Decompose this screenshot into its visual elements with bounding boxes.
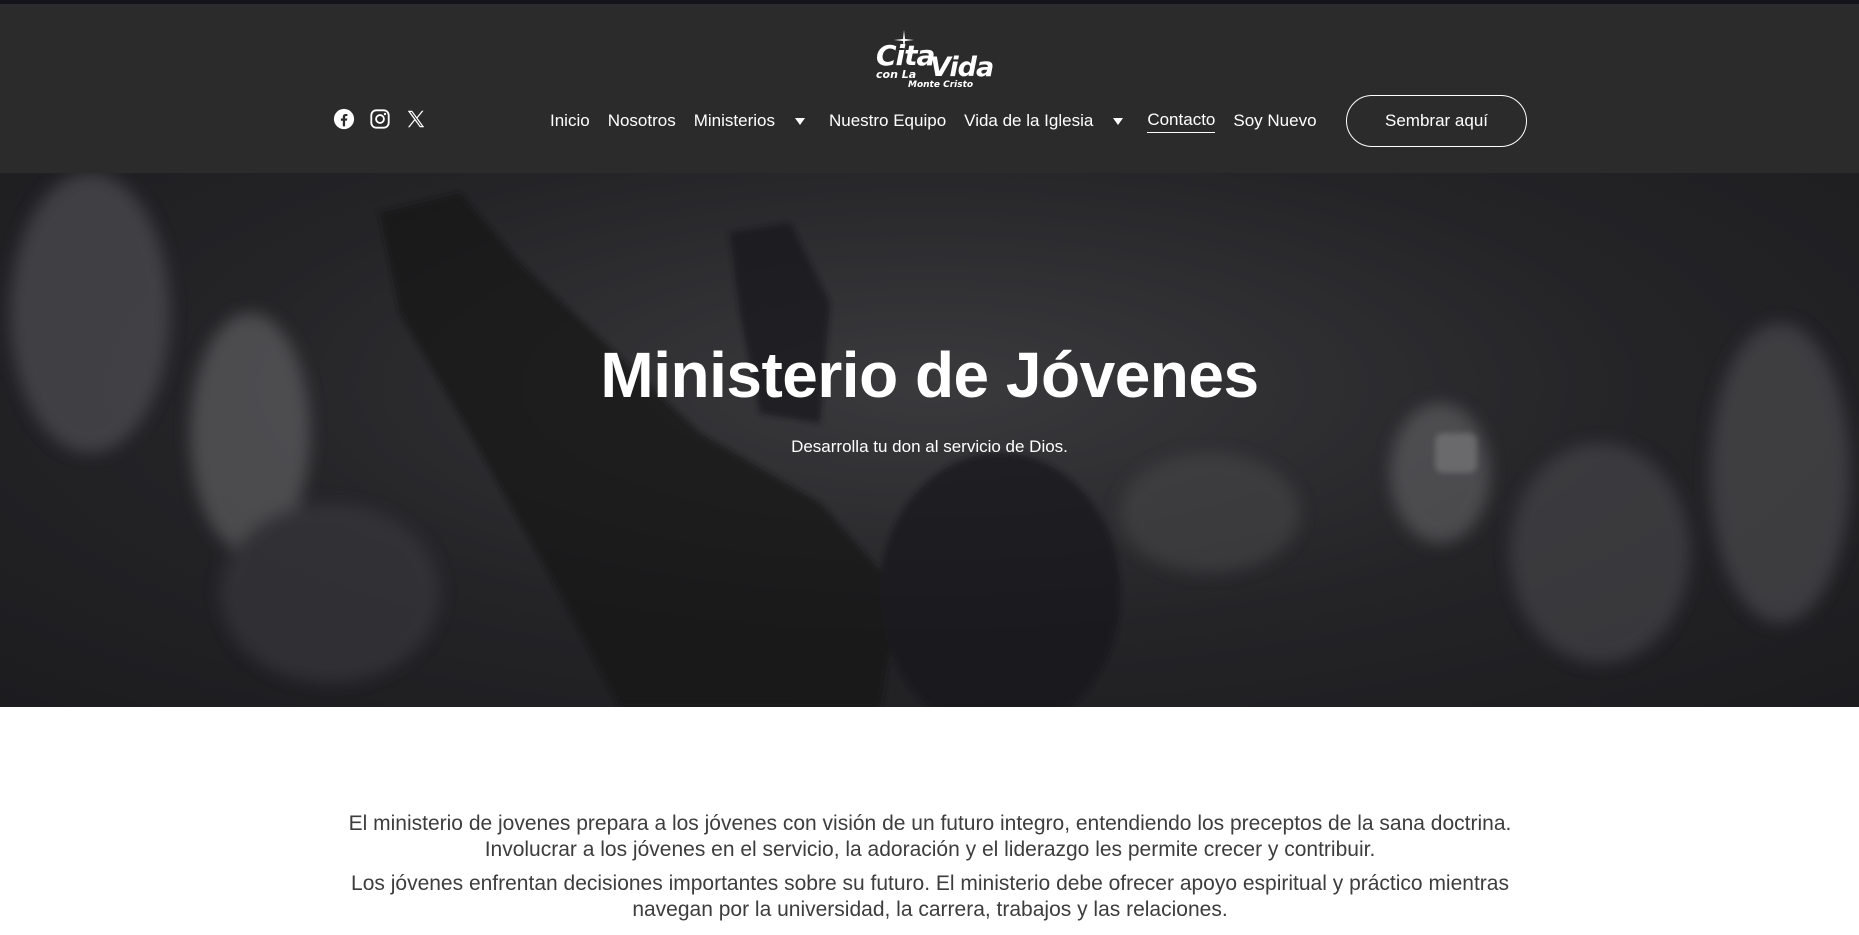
description-paragraph-2: Los jóvenes enfrentan decisiones importa… — [351, 872, 1509, 921]
ministry-description: El ministerio de jovenes prepara a los j… — [0, 707, 1859, 935]
main-navigation: Inicio Nosotros Ministerios Nuestro Equi… — [550, 108, 1335, 134]
sembrar-aqui-button[interactable]: Sembrar aquí — [1346, 95, 1527, 147]
nav-item-label: Soy Nuevo — [1233, 111, 1317, 130]
logo-text-vida: Vida — [930, 52, 994, 83]
nav-item-inicio[interactable]: Inicio — [550, 111, 590, 131]
facebook-icon[interactable] — [333, 108, 355, 130]
nav-item-label: Vida de la Iglesia — [964, 111, 1094, 130]
caret-down-icon[interactable] — [1113, 117, 1124, 125]
logo-text-monte-cristo: Monte Cristo — [908, 80, 974, 90]
site-header: Cita con La Vida Monte Cristo Inicio Nos… — [0, 4, 1859, 173]
nav-item-label: Nuestro Equipo — [828, 111, 947, 130]
caret-down-icon[interactable] — [794, 117, 805, 125]
nav-item-label: Inicio — [550, 111, 590, 130]
description-paragraph-1: El ministerio de jovenes prepara a los j… — [348, 812, 1512, 861]
nav-item-soy-nuevo[interactable]: Soy Nuevo — [1233, 111, 1316, 131]
nav-item-nuestro-equipo[interactable]: Nuestro Equipo — [829, 111, 946, 131]
nav-item-label: Contacto — [1147, 110, 1216, 133]
nav-item-label: Nosotros — [607, 111, 676, 130]
hero-banner: Ministerio de Jóvenes Desarrolla tu don … — [0, 173, 1859, 707]
page-title: Ministerio de Jóvenes — [600, 339, 1259, 411]
nav-item-ministerios[interactable]: Ministerios — [694, 111, 811, 131]
social-links — [333, 108, 427, 132]
nav-item-nosotros[interactable]: Nosotros — [608, 111, 676, 131]
instagram-icon[interactable] — [369, 108, 391, 130]
x-icon[interactable] — [405, 108, 427, 130]
church-logo[interactable]: Cita con La Vida Monte Cristo — [870, 30, 994, 90]
logo-text-cita: Cita — [876, 39, 935, 72]
hero-subtitle: Desarrolla tu don al servicio de Dios. — [791, 437, 1068, 456]
nav-item-label: Ministerios — [693, 111, 775, 130]
nav-item-vida-de-la-iglesia[interactable]: Vida de la Iglesia — [964, 111, 1129, 131]
nav-item-contacto[interactable]: Contacto — [1147, 110, 1216, 133]
